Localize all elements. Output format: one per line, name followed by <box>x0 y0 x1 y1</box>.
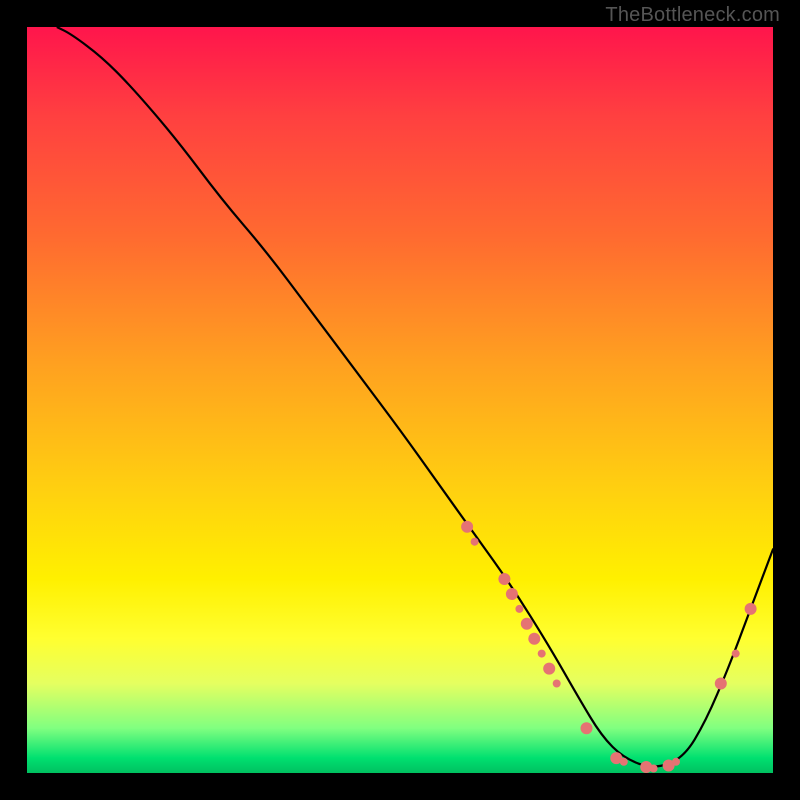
highlight-dot <box>515 605 523 613</box>
highlight-dot <box>543 663 555 675</box>
highlight-dot <box>553 680 561 688</box>
highlight-dot <box>538 650 546 658</box>
highlight-dots-group <box>461 521 756 773</box>
highlight-dot <box>471 538 479 546</box>
chart-canvas: TheBottleneck.com <box>0 0 800 800</box>
highlight-dot <box>506 588 518 600</box>
bottleneck-curve <box>57 27 773 767</box>
watermark-text: TheBottleneck.com <box>605 4 780 27</box>
highlight-dot <box>581 722 593 734</box>
highlight-dot <box>461 521 473 533</box>
highlight-dot <box>672 758 680 766</box>
highlight-dot <box>498 573 510 585</box>
highlight-dot <box>745 603 757 615</box>
highlight-dot <box>528 633 540 645</box>
highlight-dot <box>732 650 740 658</box>
highlight-dot <box>715 678 727 690</box>
highlight-dot <box>650 765 658 773</box>
highlight-dot <box>521 618 533 630</box>
chart-svg-overlay <box>27 27 773 773</box>
highlight-dot <box>620 758 628 766</box>
